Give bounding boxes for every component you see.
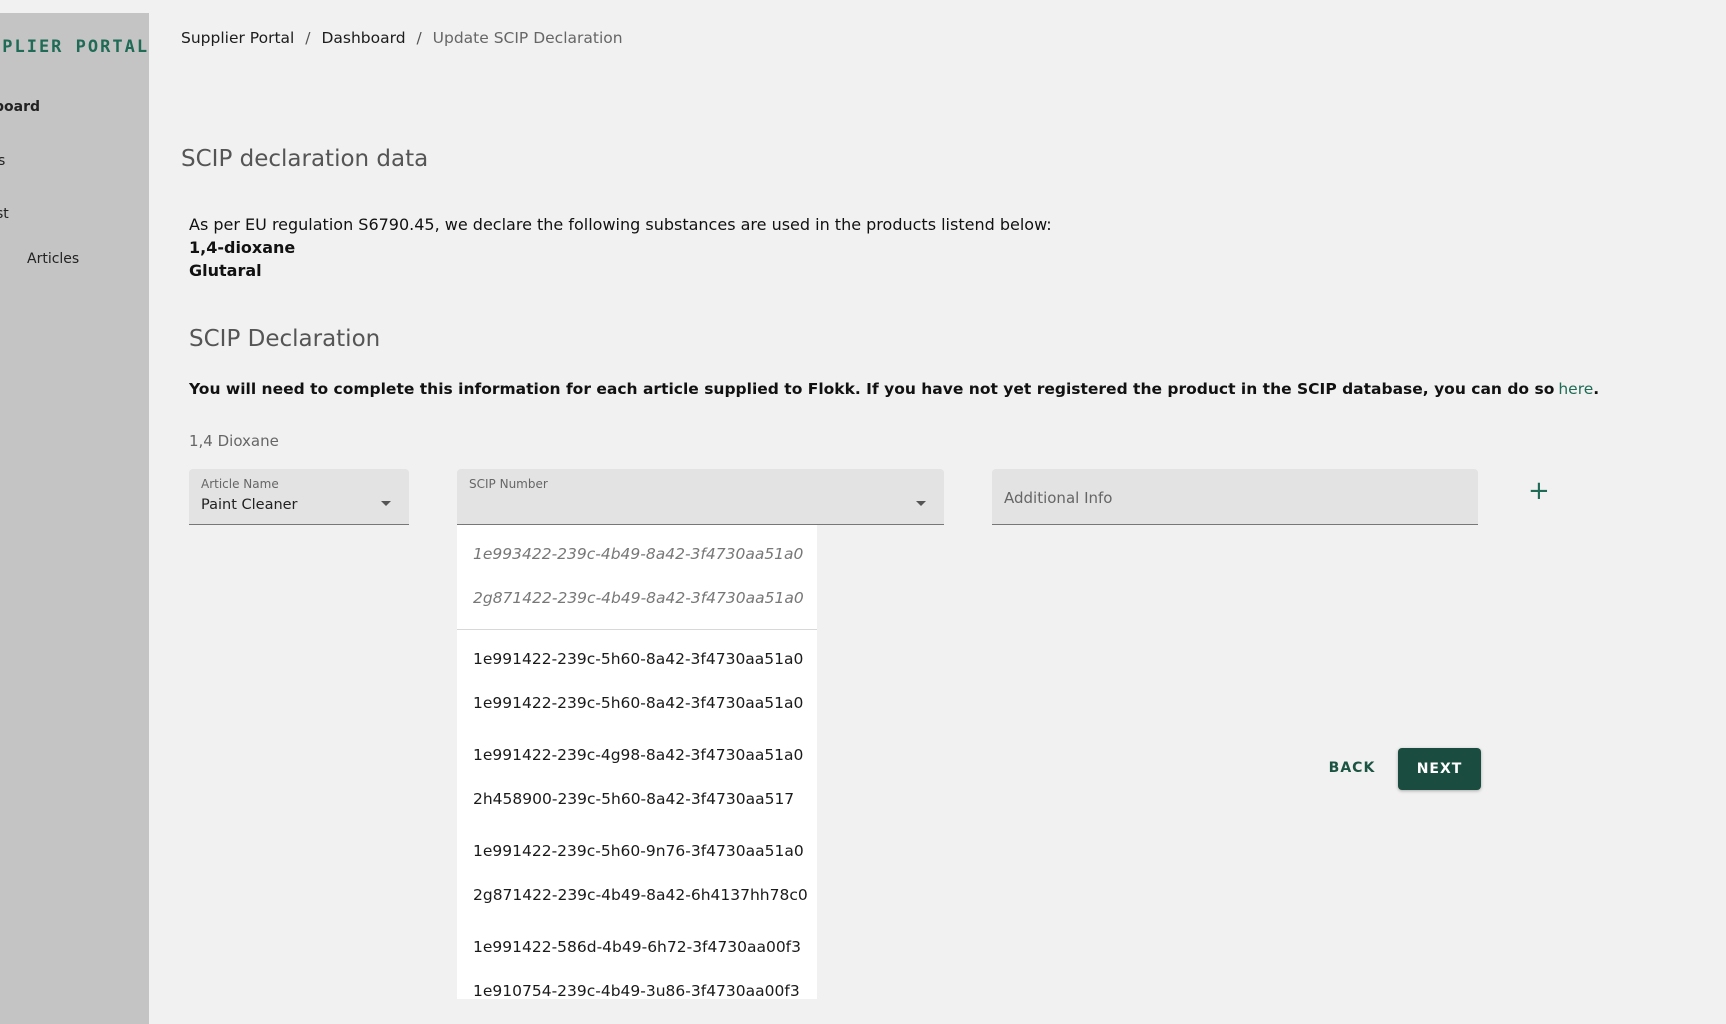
additional-info-field[interactable]: Additional Info — [992, 469, 1478, 525]
substance-item: Glutaral — [189, 261, 262, 280]
dropdown-option[interactable]: 1e910754-239c-4b49-3u86-3f4730aa00f3 — [473, 982, 800, 999]
dropdown-option[interactable]: 1e991422-586d-4b49-6h72-3f4730aa00f3 — [473, 938, 801, 956]
chevron-down-icon — [916, 501, 926, 506]
sidebar-item-dashboard[interactable]: board — [0, 99, 40, 115]
article-name-select[interactable]: Article Name Paint Cleaner — [189, 469, 409, 525]
plus-icon[interactable]: + — [1528, 478, 1550, 504]
sidebar: PPLIER PORTAL board s st Articles — [0, 13, 149, 1024]
scip-number-select[interactable]: SCIP Number — [457, 469, 944, 525]
scip-database-link[interactable]: here — [1558, 380, 1593, 398]
substance-item: 1,4-dioxane — [189, 238, 296, 257]
scip-number-dropdown[interactable]: 1e993422-239c-4b49-8a42-3f4730aa51a0 2g8… — [457, 525, 817, 999]
scip-number-label: SCIP Number — [469, 477, 548, 491]
section-title-declaration-data: SCIP declaration data — [181, 146, 429, 172]
brand-logo: PPLIER PORTAL — [0, 37, 149, 57]
breadcrumb-dashboard[interactable]: Dashboard — [321, 29, 405, 47]
breadcrumb-current: Update SCIP Declaration — [432, 29, 623, 47]
dropdown-option[interactable]: 1e991422-239c-5h60-9n76-3f4730aa51a0 — [473, 842, 804, 860]
sidebar-item-articles[interactable]: Articles — [27, 251, 79, 267]
regulation-intro: As per EU regulation S6790.45, we declar… — [189, 215, 1052, 234]
dropdown-option[interactable]: 1e991422-239c-4g98-8a42-3f4730aa51a0 — [473, 746, 803, 764]
substance-label: 1,4 Dioxane — [189, 432, 279, 450]
additional-info-placeholder: Additional Info — [1004, 489, 1113, 507]
instruction-period: . — [1593, 380, 1600, 398]
breadcrumb-separator: / — [305, 29, 311, 47]
article-name-label: Article Name — [201, 477, 279, 491]
dropdown-option[interactable]: 2h458900-239c-5h60-8a42-3f4730aa517 — [473, 790, 794, 808]
section-title-scip-declaration: SCIP Declaration — [189, 326, 381, 352]
instruction-text: You will need to complete this informati… — [189, 380, 1599, 398]
dropdown-option[interactable]: 1e991422-239c-5h60-8a42-3f4730aa51a0 — [473, 694, 803, 712]
instruction-body: You will need to complete this informati… — [189, 380, 1555, 398]
breadcrumb: Supplier Portal / Dashboard / Update SCI… — [181, 29, 623, 47]
breadcrumb-supplier-portal[interactable]: Supplier Portal — [181, 29, 294, 47]
sidebar-item-2[interactable]: s — [0, 153, 5, 169]
dropdown-option-recent[interactable]: 1e993422-239c-4b49-8a42-3f4730aa51a0 — [473, 545, 803, 563]
next-button[interactable]: NEXT — [1398, 748, 1481, 790]
chevron-down-icon — [381, 501, 391, 506]
dropdown-option[interactable]: 1e991422-239c-5h60-8a42-3f4730aa51a0 — [473, 650, 803, 668]
dropdown-option-recent[interactable]: 2g871422-239c-4b49-8a42-3f4730aa51a0 — [473, 589, 804, 607]
dropdown-divider — [457, 629, 817, 630]
article-name-value: Paint Cleaner — [201, 497, 298, 513]
back-button[interactable]: BACK — [1318, 748, 1386, 788]
breadcrumb-separator: / — [416, 29, 422, 47]
dropdown-option[interactable]: 2g871422-239c-4b49-8a42-6h4137hh78c0 — [473, 886, 808, 904]
sidebar-item-3[interactable]: st — [0, 206, 9, 222]
